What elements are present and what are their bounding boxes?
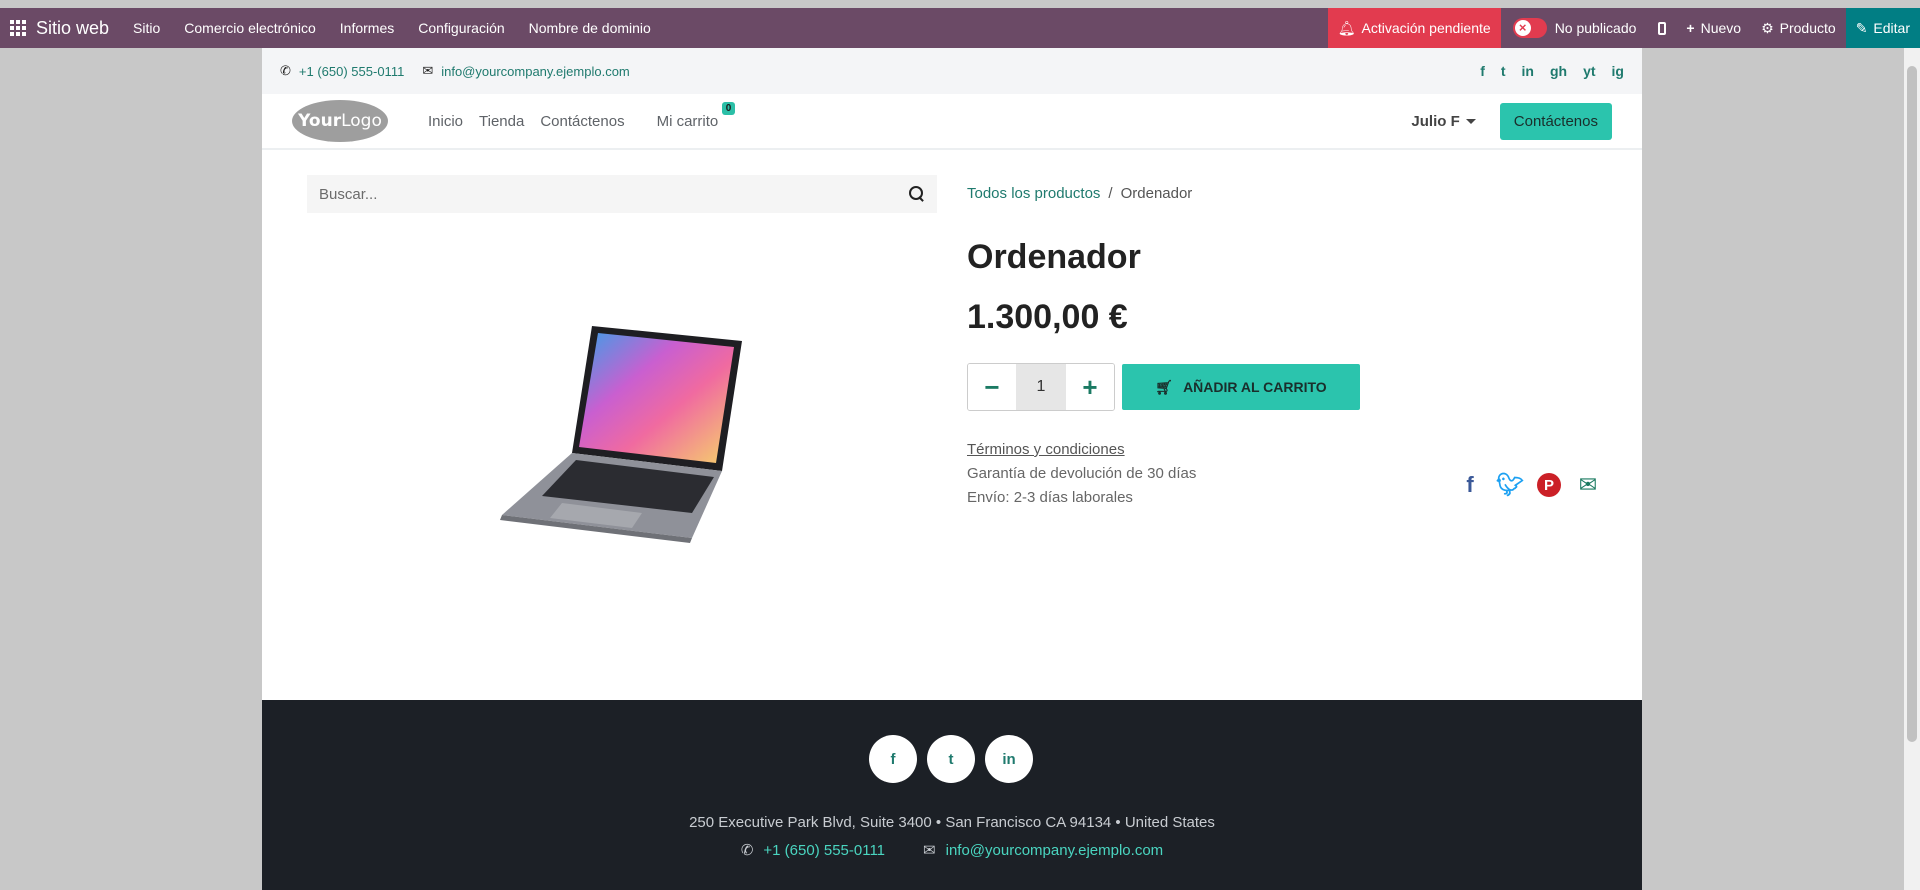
- logo-text-bold: Your: [298, 111, 342, 131]
- publish-toggle[interactable]: No publicado: [1501, 18, 1649, 38]
- phone-icon: ✆: [740, 842, 754, 859]
- cart-count-badge: 0: [721, 101, 736, 115]
- twitter-share-icon[interactable]: 🐦︎: [1496, 472, 1524, 498]
- twitter-icon[interactable]: t: [1501, 63, 1506, 79]
- activation-pending-label: Activación pendiente: [1361, 20, 1491, 36]
- product-image[interactable]: [492, 323, 752, 543]
- quantity-stepper: − 1 +: [967, 363, 1115, 411]
- product-label: Producto: [1779, 20, 1836, 36]
- user-name: Julio F: [1411, 112, 1460, 130]
- menu-reports[interactable]: Informes: [340, 20, 394, 36]
- menu-domain-name[interactable]: Nombre de dominio: [529, 20, 651, 36]
- footer-phone-text: +1 (650) 555-0111: [763, 842, 886, 859]
- footer-email[interactable]: ✉ info@yourcompany.ejemplo.com: [923, 841, 1163, 859]
- contact-bar: ✆ +1 (650) 555-0111 ✉ info@yourcompany.e…: [262, 48, 1642, 94]
- top-social-links: f t in gh yt ig: [1480, 63, 1624, 79]
- quantity-input[interactable]: 1: [1016, 364, 1066, 410]
- product-settings-button[interactable]: ⚙ Producto: [1751, 20, 1846, 37]
- company-logo[interactable]: Your Logo: [292, 100, 388, 142]
- share-buttons: f 🐦︎ P ✉: [1457, 472, 1601, 498]
- app-brand[interactable]: Sitio web: [36, 18, 109, 39]
- facebook-icon[interactable]: f: [1480, 63, 1485, 79]
- increase-quantity-button[interactable]: +: [1066, 364, 1114, 410]
- scrollbar-thumb[interactable]: [1907, 66, 1917, 742]
- nav-contact[interactable]: Contáctenos: [540, 113, 624, 130]
- footer-email-text: info@yourcompany.ejemplo.com: [945, 842, 1164, 859]
- new-label: Nuevo: [1700, 20, 1742, 36]
- contact-email-text: info@yourcompany.ejemplo.com: [441, 63, 630, 79]
- chevron-down-icon: [1465, 118, 1476, 124]
- footer-contacts: ✆ +1 (650) 555-0111 ✉ info@yourcompany.eje…: [262, 841, 1642, 859]
- facebook-share-icon[interactable]: f: [1457, 472, 1483, 498]
- shipping-text: Envío: 2-3 días laborales: [967, 489, 1133, 506]
- vertical-scrollbar[interactable]: [1904, 48, 1920, 890]
- product-title: Ordenador: [967, 238, 1141, 276]
- breadcrumb-separator: /: [1108, 185, 1113, 202]
- menu-ecommerce[interactable]: Comercio electrónico: [184, 20, 316, 36]
- email-share-icon[interactable]: ✉: [1575, 472, 1601, 498]
- phone-icon: ✆: [280, 63, 291, 78]
- github-icon[interactable]: gh: [1550, 63, 1567, 79]
- nav-shop[interactable]: Tienda: [479, 113, 524, 130]
- publish-status-label: No publicado: [1554, 20, 1637, 36]
- edit-label: Editar: [1873, 20, 1910, 36]
- nav-home[interactable]: Inicio: [428, 113, 463, 130]
- youtube-icon[interactable]: yt: [1583, 63, 1595, 79]
- breadcrumb: Todos los productos / Ordenador: [967, 185, 1192, 202]
- add-to-cart-button[interactable]: 🛒︎ AÑADIR AL CARRITO: [1122, 364, 1360, 410]
- search-icon[interactable]: [909, 186, 925, 202]
- product-info: Términos y condiciones Garantía de devol…: [967, 438, 1196, 510]
- envelope-icon: ✉: [923, 842, 936, 859]
- envelope-icon: ✉: [422, 63, 434, 78]
- menu-configuration[interactable]: Configuración: [418, 20, 504, 36]
- mobile-icon: [1658, 21, 1667, 35]
- contact-email[interactable]: ✉ info@yourcompany.ejemplo.com: [422, 63, 629, 79]
- pencil-icon: ✎: [1855, 19, 1868, 36]
- search-placeholder: Buscar...: [319, 185, 378, 203]
- breadcrumb-current: Ordenador: [1120, 185, 1193, 202]
- warranty-text: Garantía de devolución de 30 días: [967, 465, 1197, 482]
- contact-phone[interactable]: ✆ +1 (650) 555-0111: [280, 63, 404, 79]
- site-navbar: Your Logo Inicio Tienda Contáctenos Mi ca…: [262, 94, 1642, 150]
- plus-icon: +: [1686, 20, 1695, 36]
- search-input[interactable]: Buscar...: [307, 175, 937, 213]
- site-footer: f t in 250 Executive Park Blvd, Suite 34…: [262, 700, 1642, 890]
- new-button[interactable]: + Nuevo: [1676, 20, 1751, 36]
- footer-address: 250 Executive Park Blvd, Suite 3400 • Sa…: [689, 814, 1215, 831]
- gear-icon: ⚙: [1761, 19, 1774, 36]
- bell-icon: 🔔︎: [1337, 19, 1356, 36]
- terms-link[interactable]: Términos y condiciones: [967, 438, 1196, 462]
- apps-menu-icon[interactable]: [0, 20, 36, 36]
- footer-linkedin-icon[interactable]: in: [985, 735, 1033, 783]
- menu-sitio[interactable]: Sitio: [133, 20, 160, 36]
- instagram-icon[interactable]: ig: [1612, 63, 1624, 79]
- cart-link[interactable]: Mi carrito 0: [656, 101, 736, 130]
- footer-phone[interactable]: ✆ +1 (650) 555-0111: [741, 841, 885, 859]
- product-price: 1.300,00 €: [967, 298, 1128, 336]
- edit-button[interactable]: ✎ Editar: [1845, 8, 1920, 48]
- footer-twitter-icon[interactable]: t: [927, 735, 975, 783]
- add-to-cart-label: AÑADIR AL CARRITO: [1183, 379, 1327, 395]
- contact-phone-text: +1 (650) 555-0111: [298, 63, 405, 79]
- logo-text: Logo: [341, 111, 382, 131]
- toggle-switch-icon[interactable]: [1512, 18, 1547, 38]
- footer-facebook-icon[interactable]: f: [869, 735, 917, 783]
- breadcrumb-all-products[interactable]: Todos los productos: [967, 185, 1100, 202]
- shopping-cart-icon: 🛒︎: [1155, 378, 1174, 395]
- pinterest-share-icon[interactable]: P: [1537, 473, 1561, 497]
- decrease-quantity-button[interactable]: −: [968, 364, 1016, 410]
- website-page: ✆ +1 (650) 555-0111 ✉ info@yourcompany.e…: [262, 48, 1642, 890]
- cart-label: Mi carrito: [656, 112, 719, 130]
- footer-social-links: f t in: [869, 735, 1033, 783]
- linkedin-icon[interactable]: in: [1522, 63, 1534, 79]
- mobile-preview-button[interactable]: [1648, 21, 1676, 35]
- admin-navbar: Sitio web Sitio Comercio electrónico Inf…: [0, 8, 1920, 48]
- contact-us-button[interactable]: Contáctenos: [1499, 102, 1612, 140]
- user-menu[interactable]: Julio F: [1411, 112, 1476, 130]
- activation-pending-button[interactable]: 🔔︎ Activación pendiente: [1327, 8, 1501, 48]
